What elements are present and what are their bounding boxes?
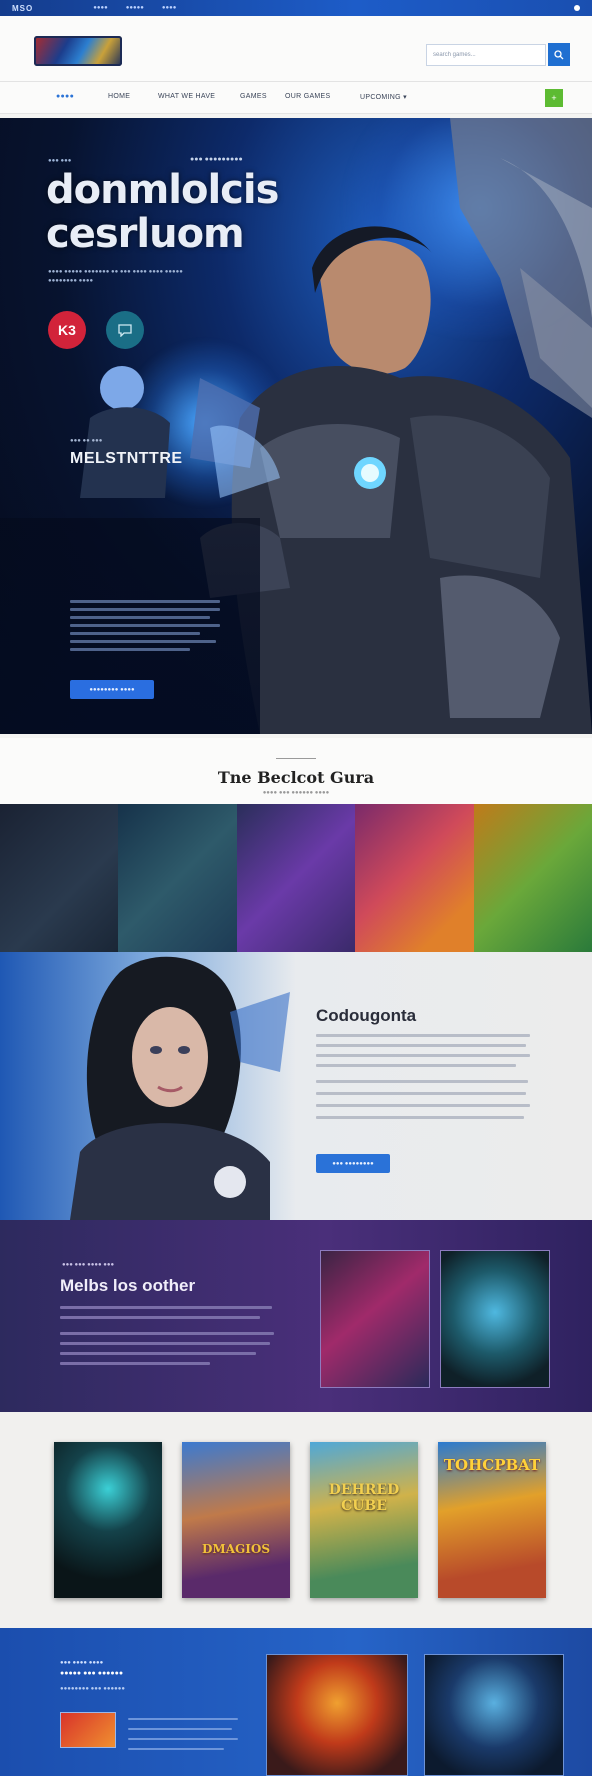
section-heading: Tne Beclcot Gura ●●●● ●●● ●●●●●● ●●●●	[0, 738, 592, 804]
plus-button[interactable]: +	[545, 89, 563, 107]
gallery-image[interactable]	[118, 804, 237, 952]
text-line	[60, 1332, 274, 1335]
text-line	[60, 1316, 260, 1319]
hero-title-line: cesrluom	[46, 211, 245, 257]
plus-icon: +	[551, 93, 557, 103]
poster-card[interactable]: TOHCPBAT	[438, 1442, 546, 1598]
footer-thumbnail[interactable]	[60, 1712, 116, 1748]
posters-section: DMAGIOS DEHRED CUBE TOHCPBAT	[0, 1412, 592, 1628]
chat-icon	[118, 324, 132, 337]
feature-title: Codougonta	[316, 1006, 417, 1025]
poster-title: DMAGIOS	[202, 1542, 270, 1556]
companion-character-art	[80, 366, 280, 498]
top-bar: MSO ●●●● ●●●●● ●●●●	[0, 0, 592, 16]
poster-card[interactable]: DEHRED CUBE	[310, 1442, 418, 1598]
gallery-image[interactable]	[473, 804, 592, 952]
poster-card[interactable]: DMAGIOS	[182, 1442, 290, 1598]
text-line	[316, 1092, 526, 1095]
text-line	[128, 1748, 224, 1750]
footer-card[interactable]	[266, 1654, 408, 1776]
search-input[interactable]: search games...	[426, 44, 546, 66]
gallery-image[interactable]	[0, 804, 119, 952]
feature-cta-button[interactable]: ●●● ●●●●●●●●	[316, 1154, 390, 1173]
text-line	[70, 648, 190, 651]
user-icon[interactable]	[574, 5, 580, 11]
nav-item-home[interactable]: HOME	[108, 93, 130, 100]
promo-card[interactable]	[440, 1250, 550, 1388]
text-line	[60, 1352, 256, 1355]
divider	[276, 758, 316, 759]
feature-character-art	[70, 956, 290, 1220]
topbar-link[interactable]: ●●●●	[93, 5, 108, 11]
poster-card[interactable]	[54, 1442, 162, 1598]
footer-subtitle: ●●●●●●●● ●●● ●●●●●●	[60, 1686, 125, 1692]
text-line	[70, 640, 216, 643]
search-button[interactable]	[548, 43, 570, 66]
text-line	[128, 1738, 238, 1740]
text-line	[316, 1064, 516, 1067]
topbar-link[interactable]: ●●●●	[162, 5, 177, 11]
text-line	[128, 1718, 238, 1720]
text-line	[316, 1116, 524, 1119]
footer-section: ●●● ●●●● ●●●● ●●●●● ●●● ●●●●●● ●●●●●●●● …	[0, 1628, 592, 1776]
promo-card[interactable]	[320, 1250, 430, 1388]
site-header: search games...	[0, 16, 592, 82]
hero-subtitle: ●●●● ●●●●● ●●●●●●● ●● ●●● ●●●● ●●●● ●●●●…	[48, 269, 183, 284]
section-subtitle: ●●●● ●●● ●●●●●● ●●●●	[262, 790, 330, 796]
nav-item-upcoming[interactable]: UPCOMING ▾	[360, 93, 407, 101]
hero-badge[interactable]: K3	[48, 311, 86, 349]
text-line	[70, 616, 210, 619]
text-line	[70, 632, 200, 635]
nav-item-games[interactable]: GAMES	[240, 93, 267, 100]
text-line	[60, 1306, 272, 1309]
text-line	[70, 608, 220, 611]
topbar-link[interactable]: ●●●●●	[126, 5, 144, 11]
hero-title-line: donmlolcis	[46, 167, 279, 213]
text-line	[60, 1342, 270, 1345]
text-line	[316, 1034, 530, 1037]
text-line	[70, 600, 220, 603]
gallery-image[interactable]	[355, 804, 474, 952]
text-line	[70, 624, 220, 627]
hero-eyebrow: ●●● ●●●●●●●●●	[190, 156, 243, 163]
gallery-image[interactable]	[236, 804, 356, 952]
nav-item-what-we-have[interactable]: WHAT WE HAVE	[158, 93, 215, 100]
feature-section: Codougonta ●●● ●●●●●●●●	[0, 952, 592, 1220]
search-icon	[554, 49, 564, 59]
main-nav: ●●●● HOME WHAT WE HAVE GAMES OUR GAMES U…	[0, 82, 592, 114]
footer-eyebrow: ●●● ●●●● ●●●●	[60, 1660, 104, 1666]
text-line	[316, 1044, 526, 1047]
hero-badge-chat[interactable]	[106, 311, 144, 349]
promo-section: ●●● ●●● ●●●● ●●● Melbs los oother	[0, 1220, 592, 1412]
promo-title: Melbs los oother	[60, 1276, 196, 1295]
poster-title: TOHCPBAT	[443, 1456, 541, 1474]
text-line	[316, 1080, 528, 1083]
panel-title: MELSTNTTRE	[70, 450, 183, 467]
topbar-links: ●●●● ●●●●● ●●●●	[93, 5, 176, 11]
text-line	[316, 1054, 530, 1057]
footer-title: ●●●●● ●●● ●●●●●●	[60, 1670, 124, 1677]
nav-item-logo[interactable]: ●●●●	[56, 93, 74, 100]
hero-eyebrow: ●●● ●●●	[48, 158, 72, 164]
section-title: Tne Beclcot Gura	[217, 768, 375, 787]
topbar-logo[interactable]: MSO	[12, 4, 33, 13]
text-line	[60, 1362, 210, 1365]
brand-logo[interactable]	[34, 36, 122, 66]
hero-cta-button[interactable]: ●●●●●●●● ●●●●	[70, 680, 154, 699]
promo-eyebrow: ●●● ●●● ●●●● ●●●	[62, 1262, 115, 1268]
poster-title: DEHRED CUBE	[328, 1482, 400, 1514]
footer-card[interactable]	[424, 1654, 564, 1776]
nav-item-our-games[interactable]: OUR GAMES	[285, 93, 330, 100]
panel-eyebrow: ●●● ●● ●●●	[70, 438, 103, 444]
hero-title: donmlolcis cesrluom	[46, 168, 326, 256]
gallery-strip	[0, 804, 592, 952]
text-line	[128, 1728, 232, 1730]
text-line	[316, 1104, 530, 1107]
